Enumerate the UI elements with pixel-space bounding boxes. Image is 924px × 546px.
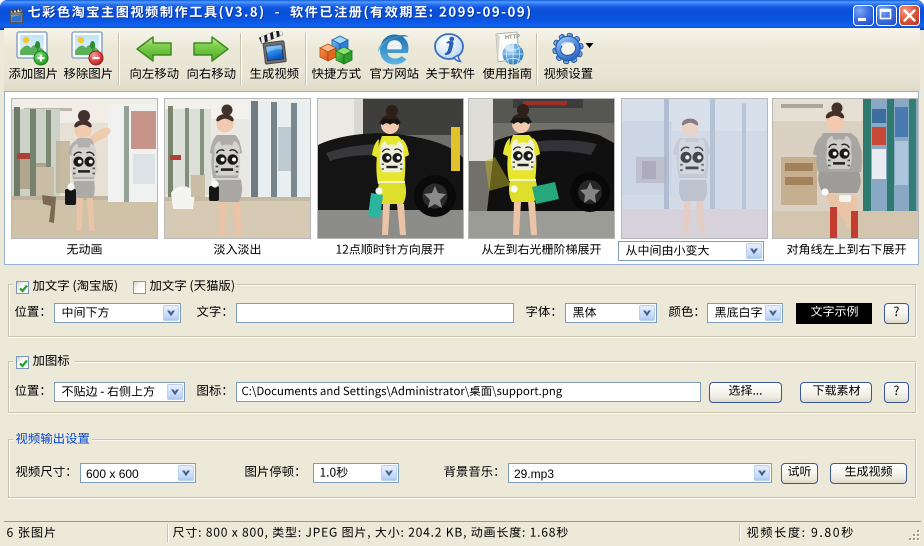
svg-text:HTTP: HTTP (505, 34, 521, 41)
